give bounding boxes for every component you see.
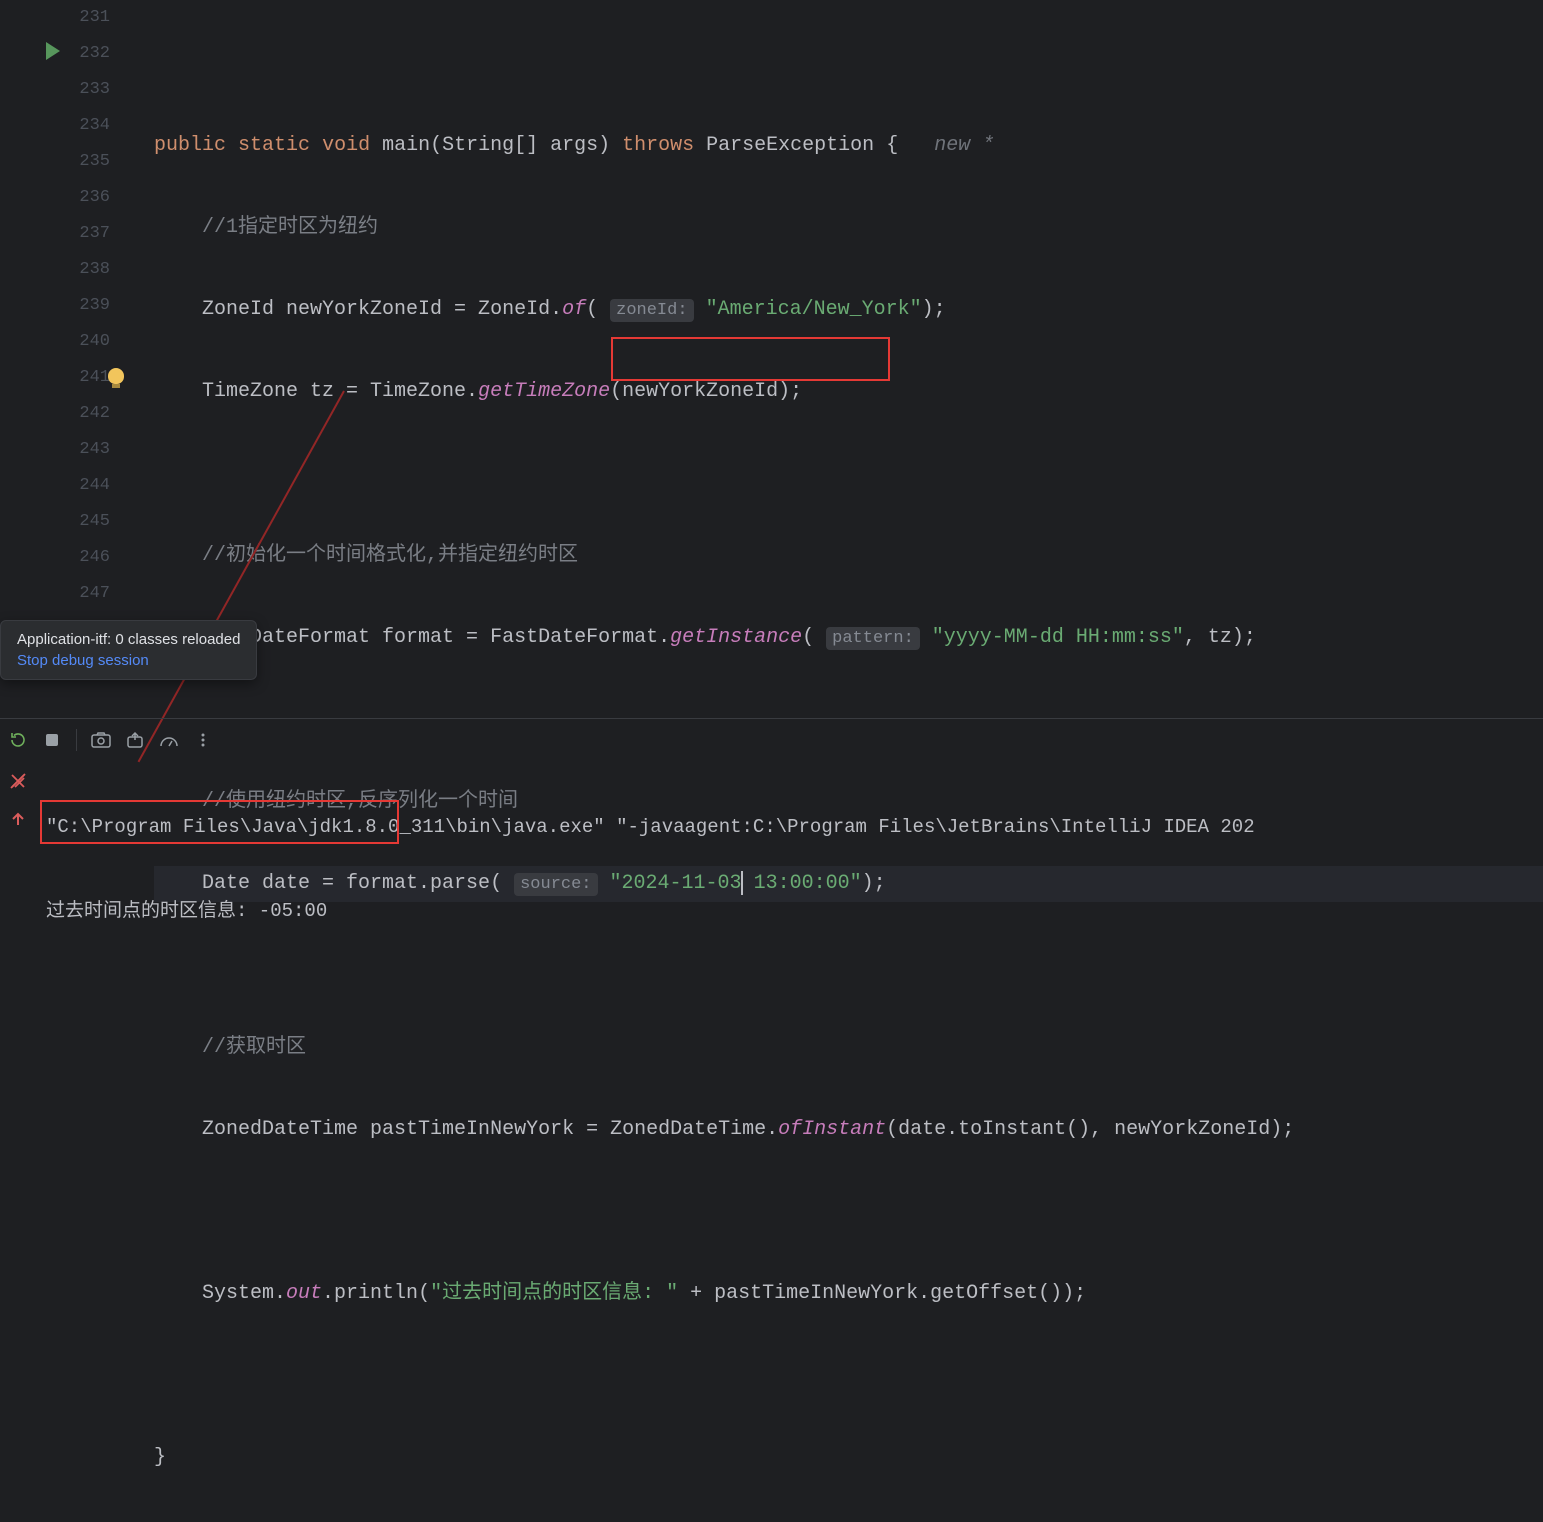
code-line	[154, 456, 1543, 492]
gutter-line: 241	[0, 360, 110, 396]
gutter-line: 246	[0, 540, 110, 576]
console-line: "C:\Program Files\Java\jdk1.8.0_311\bin\…	[46, 808, 1543, 846]
toolbar-divider	[0, 718, 1543, 719]
gutter-line: 235	[0, 144, 110, 180]
console-up-icon[interactable]	[0, 800, 36, 838]
inlay-hint-new[interactable]: new *	[934, 134, 994, 157]
gauge-icon[interactable]	[159, 730, 179, 750]
gutter-line: 233	[0, 72, 110, 108]
console-exit-icon[interactable]	[0, 762, 36, 800]
code-line: ZonedDateTime pastTimeInNewYork = ZonedD…	[154, 1112, 1543, 1148]
gutter-line: 232	[0, 36, 110, 72]
line-number-gutter: 231 232 233 234 235 236 237 238 239 240 …	[0, 0, 140, 620]
param-hint-pattern: pattern:	[826, 627, 920, 650]
notification-title: Application-itf: 0 classes reloaded	[17, 631, 240, 648]
gutter-line: 236	[0, 180, 110, 216]
debug-toolbar	[0, 720, 1543, 760]
gutter-line: 247	[0, 576, 110, 612]
rerun-icon[interactable]	[8, 730, 28, 750]
code-line: ZoneId newYorkZoneId = ZoneId.of( zoneId…	[154, 292, 1543, 328]
param-hint-zoneid: zoneId:	[610, 299, 693, 322]
gutter-line: 237	[0, 216, 110, 252]
gutter-line: 234	[0, 108, 110, 144]
gutter-line: 244	[0, 468, 110, 504]
code-line: //初始化一个时间格式化,并指定纽约时区	[154, 538, 1543, 574]
gutter-line: 239	[0, 288, 110, 324]
code-line: System.out.println("过去时间点的时区信息: " + past…	[154, 1276, 1543, 1312]
export-icon[interactable]	[125, 730, 145, 750]
gutter-line: 231	[0, 0, 110, 36]
code-line: //获取时区	[154, 1030, 1543, 1066]
gutter-line: 243	[0, 432, 110, 468]
code-line: }	[154, 1440, 1543, 1476]
run-gutter-icon[interactable]	[46, 42, 60, 60]
code-line	[154, 1194, 1543, 1230]
gutter-line: 238	[0, 252, 110, 288]
code-line: //1指定时区为纽约	[154, 210, 1543, 246]
code-line	[154, 46, 1543, 82]
intention-bulb-icon[interactable]	[108, 368, 124, 384]
code-line	[154, 1358, 1543, 1394]
code-line	[154, 948, 1543, 984]
stop-debug-session-link[interactable]: Stop debug session	[17, 652, 240, 669]
console-output[interactable]: "C:\Program Files\Java\jdk1.8.0_311\bin\…	[36, 762, 1543, 915]
code-line: public static void main(String[] args) t…	[154, 128, 1543, 164]
gutter-line: 242	[0, 396, 110, 432]
gutter-line: 240	[0, 324, 110, 360]
console-panel: "C:\Program Files\Java\jdk1.8.0_311\bin\…	[0, 762, 1543, 915]
gutter-line: 245	[0, 504, 110, 540]
code-line: TimeZone tz = TimeZone.getTimeZone(newYo…	[154, 374, 1543, 410]
code-line: FastDateFormat format = FastDateFormat.g…	[154, 620, 1543, 656]
stop-icon[interactable]	[42, 730, 62, 750]
camera-icon[interactable]	[91, 730, 111, 750]
editor-area: 231 232 233 234 235 236 237 238 239 240 …	[0, 0, 1543, 620]
console-gutter	[0, 762, 36, 915]
console-line: 过去时间点的时区信息: -05:00	[46, 892, 1543, 930]
code-area[interactable]: public static void main(String[] args) t…	[140, 0, 1543, 620]
more-icon[interactable]	[193, 730, 213, 750]
notification-popup[interactable]: Application-itf: 0 classes reloaded Stop…	[0, 620, 257, 680]
toolbar-separator	[76, 729, 77, 751]
